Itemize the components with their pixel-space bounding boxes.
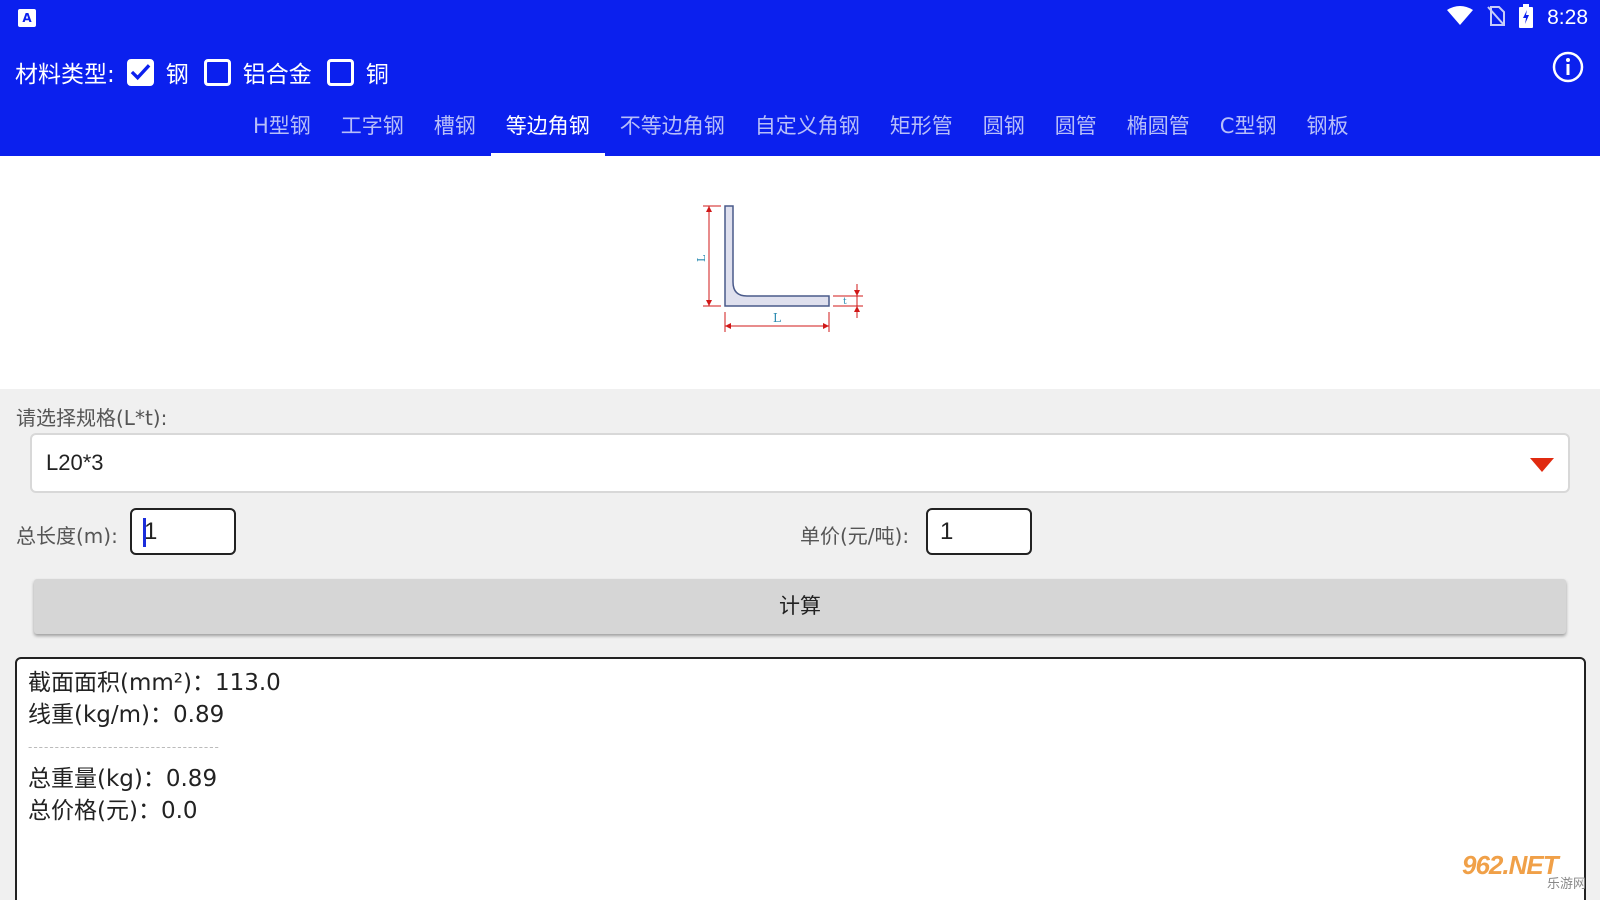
result-area: 截面面积(mm²)：113.0: [28, 670, 281, 696]
watermark-logo: 962.NET 乐游网: [1462, 850, 1590, 892]
tab-round-bar[interactable]: 圆钢: [968, 104, 1040, 156]
length-label: 总长度(m):: [16, 524, 118, 548]
battery-charging-icon: [1519, 3, 1534, 33]
result-total-weight: 总重量(kg)：0.89: [28, 766, 218, 792]
spec-dropdown[interactable]: L20*3: [30, 433, 1570, 493]
app-notification-icon: A: [18, 9, 36, 27]
text-caret: [143, 518, 146, 547]
status-right: 8:28: [1447, 3, 1588, 33]
app-header: A 8:28 材料类型: 钢 铝合金 铜 H型钢 工字钢 槽钢 等边角钢 不等边…: [0, 0, 1600, 157]
wifi-icon: [1447, 5, 1474, 31]
tab-i-beam[interactable]: 工字钢: [326, 104, 419, 156]
checkbox-steel-label: 钢: [165, 62, 189, 88]
tab-equal-angle[interactable]: 等边角钢: [490, 104, 605, 157]
tab-round-tube[interactable]: 圆管: [1040, 104, 1112, 156]
tab-h-beam[interactable]: H型钢: [238, 104, 326, 156]
tab-steel-plate[interactable]: 钢板: [1291, 104, 1363, 156]
tab-rect-tube[interactable]: 矩形管: [875, 104, 968, 156]
result-panel: 截面面积(mm²)：113.0 线重(kg/m)：0.89 ----------…: [15, 657, 1586, 900]
dropdown-arrow-icon[interactable]: [1530, 457, 1554, 476]
result-line-weight: 线重(kg/m)：0.89: [28, 702, 225, 728]
equal-angle-diagram: L L t: [695, 205, 863, 332]
no-sim-icon: [1487, 5, 1506, 31]
material-option-copper[interactable]: 铜: [326, 55, 389, 89]
dim-label-vertical: L: [695, 254, 708, 262]
tab-c-channel[interactable]: C型钢: [1205, 104, 1292, 156]
status-bar: A 8:28: [0, 0, 1600, 36]
result-total-price: 总价格(元)：0.0: [28, 798, 198, 824]
info-icon[interactable]: [1552, 51, 1584, 87]
material-option-aluminum[interactable]: 铝合金: [203, 55, 312, 89]
material-type-row: 材料类型: 钢 铝合金 铜: [15, 52, 404, 92]
material-type-label: 材料类型:: [15, 62, 115, 88]
length-input[interactable]: 1: [130, 508, 236, 555]
price-label: 单价(元/吨):: [800, 524, 910, 548]
dim-label-thickness: t: [843, 297, 847, 307]
length-input-value: 1: [144, 518, 158, 545]
price-input[interactable]: 1: [926, 508, 1032, 555]
tab-unequal-angle[interactable]: 不等边角钢: [605, 104, 740, 156]
price-input-value: 1: [940, 518, 954, 545]
section-tabs: H型钢 工字钢 槽钢 等边角钢 不等边角钢 自定义角钢 矩形管 圆钢 圆管 椭圆…: [238, 104, 1363, 157]
spec-label: 请选择规格(L*t):: [16, 406, 168, 430]
material-option-steel[interactable]: 钢: [126, 55, 189, 89]
section-diagram-area: L L t: [0, 156, 1600, 389]
watermark-top: 962.NET: [1462, 850, 1559, 880]
watermark-bottom: 乐游网: [1546, 877, 1586, 892]
calculate-button[interactable]: 计算: [34, 579, 1566, 634]
checkbox-copper[interactable]: [326, 58, 354, 86]
tab-oval-tube[interactable]: 椭圆管: [1112, 104, 1205, 156]
spec-selected-value: L20*3: [46, 450, 104, 475]
tab-custom-angle[interactable]: 自定义角钢: [740, 104, 875, 156]
dim-label-horizontal: L: [773, 311, 781, 325]
result-divider: ------------------------------------: [28, 740, 220, 754]
checkbox-aluminum[interactable]: [203, 58, 231, 86]
checkbox-copper-label: 铜: [365, 62, 389, 88]
checkbox-steel[interactable]: [126, 58, 154, 86]
checkbox-aluminum-label: 铝合金: [242, 62, 312, 88]
status-clock: 8:28: [1547, 6, 1588, 29]
tab-channel[interactable]: 槽钢: [419, 104, 491, 156]
